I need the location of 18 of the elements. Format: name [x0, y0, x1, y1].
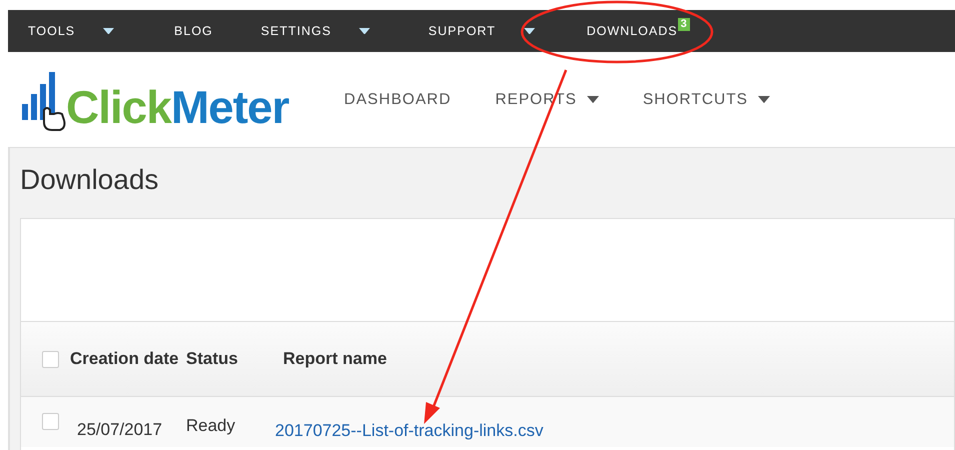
menu-item[interactable]: BLOG — [174, 22, 213, 40]
logo-text: ClickMeter — [66, 82, 289, 132]
column-header[interactable]: Status — [186, 346, 283, 372]
checkbox[interactable] — [42, 413, 59, 430]
table-cell-text: Ready — [186, 415, 236, 437]
menu-item[interactable]: TOOLS — [28, 22, 76, 40]
count-badge: 3 — [678, 18, 690, 30]
nav-link[interactable]: DASHBOARD — [344, 88, 452, 112]
menu-item[interactable]: SETTINGS — [260, 22, 332, 40]
table-cell-text: 25/07/2017 — [77, 419, 164, 441]
page-title: Downloads — [20, 163, 160, 197]
menu-item[interactable]: SUPPORT — [428, 22, 496, 40]
file-link[interactable]: 20170725--List-of-tracking-links.csv — [275, 413, 544, 441]
column-header[interactable]: Creation date — [70, 346, 186, 372]
checkbox[interactable] — [42, 350, 59, 368]
menu-item[interactable]: DOWNLOADS — [586, 22, 678, 40]
nav-link[interactable]: SHORTCUTS — [642, 88, 748, 112]
column-header[interactable]: Report name — [283, 346, 387, 372]
